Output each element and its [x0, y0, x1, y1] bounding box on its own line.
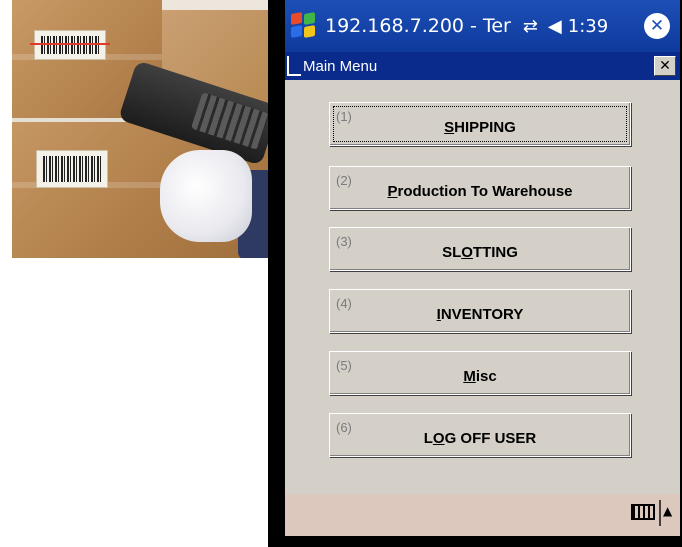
white-glove-hand — [160, 150, 252, 242]
device-screen: 192.168.7.200 - Ter ⇄ ◀ 1:39 ✕ Main Menu… — [285, 0, 680, 536]
menu-label: Production To Warehouse — [387, 183, 573, 200]
menu-label: INVENTORY — [436, 306, 524, 323]
close-icon[interactable]: ✕ — [644, 13, 670, 39]
scan-laser-line — [30, 43, 110, 45]
menu-button-shipping[interactable]: (1) SHIPPING — [329, 102, 631, 146]
command-bar — [285, 494, 680, 536]
menu-button-log-off-user[interactable]: (6) LOG OFF USER — [329, 413, 631, 457]
volume-icon[interactable]: ◀ — [548, 16, 562, 37]
window-caption: Main Menu — [303, 57, 378, 75]
window-close-button[interactable]: ✕ — [654, 56, 676, 76]
barcode-label-bottom — [36, 150, 108, 188]
menu-label: SLOTTING — [442, 244, 518, 261]
menu-label: LOG OFF USER — [423, 430, 537, 447]
input-separator — [659, 500, 661, 526]
barcode-label-top — [34, 30, 106, 60]
keyboard-icon[interactable] — [631, 504, 655, 520]
taskbar: 192.168.7.200 - Ter ⇄ ◀ 1:39 ✕ — [285, 0, 680, 52]
clock-time[interactable]: 1:39 — [568, 16, 608, 37]
connectivity-icon[interactable]: ⇄ — [523, 16, 538, 37]
windows-start-icon[interactable] — [291, 12, 317, 39]
taskbar-title: 192.168.7.200 - Ter — [325, 15, 511, 37]
menu-label: SHIPPING — [444, 119, 516, 136]
menu-button-production-to-warehouse[interactable]: (2) Production To Warehouse — [329, 166, 631, 210]
menu-label: Misc — [463, 368, 497, 385]
input-panel-arrow-icon[interactable]: ▲ — [663, 504, 672, 518]
device-frame: 192.168.7.200 - Ter ⇄ ◀ 1:39 ✕ Main Menu… — [268, 0, 682, 547]
warehouse-scanner-photo — [12, 0, 280, 258]
window-titlebar: Main Menu ✕ — [285, 52, 680, 80]
menu-button-misc[interactable]: (5) Misc — [329, 351, 631, 395]
menu-button-inventory[interactable]: (4) INVENTORY — [329, 289, 631, 333]
system-menu-icon[interactable] — [287, 56, 301, 76]
menu-button-slotting[interactable]: (3) SLOTTING — [329, 227, 631, 271]
